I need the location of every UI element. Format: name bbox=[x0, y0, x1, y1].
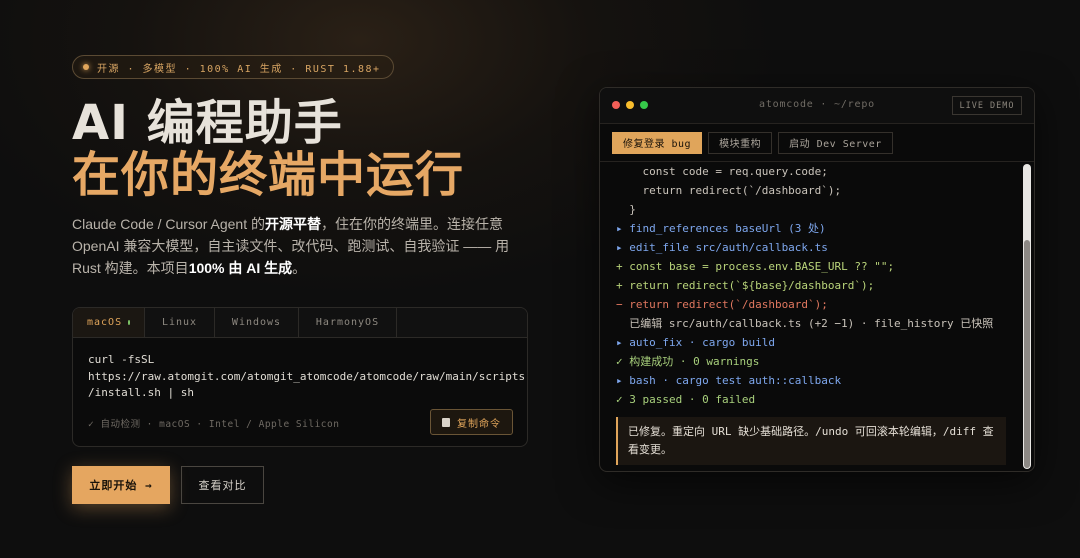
copy-command-button[interactable]: 复制命令 bbox=[430, 409, 513, 435]
task-dev-server[interactable]: 启动 Dev Server bbox=[778, 131, 893, 154]
scrollbar-thumb[interactable] bbox=[1024, 240, 1030, 468]
command-line: /install.sh | sh bbox=[88, 386, 194, 399]
log-line: ✓ 构建成功 · 0 warnings bbox=[616, 355, 760, 368]
tab-macos[interactable]: macOS bbox=[73, 308, 145, 337]
terminal-window: atomcode · ~/repo LIVE DEMO 修复登录 bug 模块重… bbox=[599, 87, 1035, 472]
desc-text-1: Claude Code / Cursor Agent 的 bbox=[72, 216, 265, 232]
log-line: ▸ auto_fix · cargo build bbox=[616, 336, 775, 349]
compare-button[interactable]: 查看对比 bbox=[181, 466, 264, 504]
log-line: + const base = process.env.BASE_URL ?? "… bbox=[616, 260, 895, 273]
log-line: } bbox=[616, 203, 636, 216]
task-fix-login[interactable]: 修复登录 bug bbox=[612, 131, 703, 154]
active-dot-icon bbox=[128, 320, 130, 325]
desc-bold-1: 开源平替 bbox=[265, 216, 321, 232]
desc-text-3: 。 bbox=[292, 260, 307, 276]
tab-harmonyos-label: HarmonyOS bbox=[315, 317, 380, 328]
badge-dot-icon bbox=[83, 64, 89, 70]
log-line: ▸ find_references baseUrl (3 处) bbox=[616, 222, 826, 235]
tab-windows-label: Windows bbox=[231, 317, 282, 328]
log-line: 已编辑 src/auth/callback.ts (+2 −1) · file_… bbox=[616, 317, 994, 330]
log-line: ✓ 3 passed · 0 failed bbox=[616, 393, 756, 406]
log-line: return redirect(`/dashboard`); bbox=[616, 184, 842, 197]
install-card: macOS Linux Windows HarmonyOS curl -fsSL… bbox=[72, 307, 528, 447]
os-tabs: macOS Linux Windows HarmonyOS bbox=[73, 308, 527, 338]
terminal-titlebar: atomcode · ~/repo LIVE DEMO bbox=[600, 88, 1034, 124]
hero-badge: 开源 · 多模型 · 100% AI 生成 · RUST 1.88+ bbox=[72, 55, 394, 79]
hero-title-line1: AI 编程助手 bbox=[72, 95, 343, 151]
tab-harmonyos[interactable]: HarmonyOS bbox=[299, 308, 397, 337]
copy-button-label: 复制命令 bbox=[457, 418, 501, 430]
log-line: − return redirect(`/dashboard`); bbox=[616, 298, 828, 311]
clipboard-icon bbox=[442, 417, 450, 427]
tab-linux-label: Linux bbox=[161, 317, 198, 328]
log-line: ▸ bash · cargo test auth::callback bbox=[616, 374, 842, 387]
tab-macos-label: macOS bbox=[87, 317, 123, 328]
task-tabs: 修复登录 bug 模块重构 启动 Dev Server bbox=[600, 124, 1034, 162]
log-line: const code = req.query.code; bbox=[616, 165, 828, 178]
live-demo-badge: LIVE DEMO bbox=[952, 96, 1022, 115]
hero-description: Claude Code / Cursor Agent 的开源平替，住在你的终端里… bbox=[72, 213, 522, 279]
detect-status: ✓ 自动检测 · macOS · Intel / Apple Silicon bbox=[88, 419, 340, 430]
agent-summary-note: 已修复。重定向 URL 缺少基础路径。/undo 可回滚本轮编辑，/diff 查… bbox=[616, 417, 1006, 465]
task-refactor[interactable]: 模块重构 bbox=[708, 131, 773, 154]
get-started-button[interactable]: 立即开始 → bbox=[72, 466, 170, 504]
command-line: https://raw.atomgit.com/atomgit_atomcode… bbox=[88, 369, 526, 383]
terminal-log: const code = req.query.code; return redi… bbox=[600, 162, 1020, 471]
desc-bold-2: 100% 由 AI 生成 bbox=[188, 260, 293, 276]
command-line: curl -fsSL bbox=[88, 353, 155, 366]
install-command[interactable]: curl -fsSL https://raw.atomgit.com/atomgi… bbox=[73, 338, 527, 402]
log-line: ▸ edit_file src/auth/callback.ts bbox=[616, 241, 828, 254]
tab-linux[interactable]: Linux bbox=[145, 308, 215, 337]
hero-title-line2: 在你的终端中运行 bbox=[72, 147, 465, 203]
log-line: + return redirect(`${base}/dashboard`); bbox=[616, 279, 875, 292]
badge-text: 开源 · 多模型 · 100% AI 生成 · RUST 1.88+ bbox=[97, 63, 381, 75]
tab-windows[interactable]: Windows bbox=[215, 308, 299, 337]
